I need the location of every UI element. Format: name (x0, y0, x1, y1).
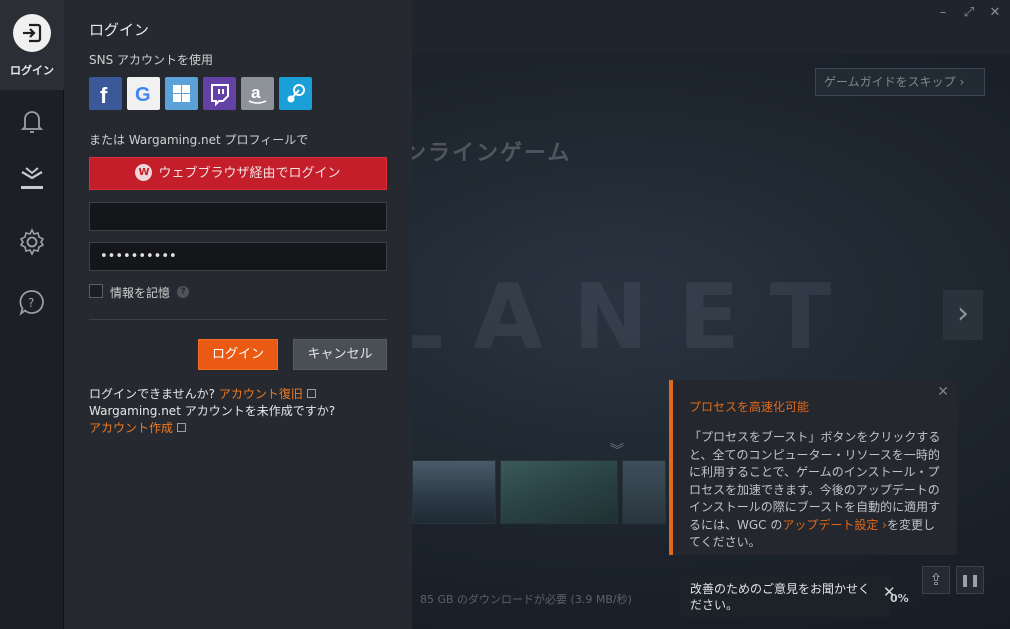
thumbnail[interactable] (412, 460, 496, 524)
close-icon[interactable]: ✕ (883, 583, 896, 601)
email-field[interactable] (89, 202, 387, 231)
twitch-button[interactable] (203, 77, 236, 110)
remember-checkbox[interactable] (89, 284, 103, 298)
close-icon[interactable]: ✕ (937, 384, 949, 400)
maximize-icon[interactable]: ⤢ (962, 6, 976, 20)
window-controls: – ⤢ ✕ (936, 6, 1002, 20)
close-icon[interactable]: ✕ (988, 6, 1002, 20)
cant-login-text: ログインできませんか? (89, 387, 216, 401)
thumbnail[interactable] (500, 460, 618, 524)
sns-label: SNS アカウントを使用 (89, 53, 214, 67)
sidebar-item-label: ログイン (10, 64, 54, 77)
windows-icon (173, 85, 190, 102)
top-band (412, 0, 1010, 54)
create-account-line: アカウント作成 (89, 419, 187, 436)
svg-text:f: f (100, 83, 108, 108)
steam-button[interactable] (279, 77, 312, 110)
or-label: または Wargaming.net プロフィールで (89, 133, 309, 147)
download-icon[interactable] (16, 162, 48, 194)
login-icon (13, 14, 51, 52)
slide-next-button[interactable]: › (943, 290, 983, 340)
steam-icon (287, 84, 305, 103)
cant-login-line: ログインできませんか? アカウント復旧 (89, 385, 316, 402)
boost-button[interactable]: ⇪ (922, 566, 950, 594)
facebook-button[interactable]: f (89, 77, 122, 110)
page-title: ログイン (89, 21, 150, 39)
feedback-toast[interactable]: 改善のためのご意見をお聞かせください。 (680, 575, 890, 617)
boost-tooltip-text: 「プロセスをブースト」ボタンをクリックすると、全てのコンピューター・リソースを一… (689, 430, 941, 532)
feedback-text: 改善のためのご意見をお聞かせください。 (690, 582, 871, 612)
pause-button[interactable]: ❚❚ (956, 566, 984, 594)
twitch-icon (211, 84, 229, 107)
boost-tooltip: プロセスを高速化可能 「プロセスをブースト」ボタンをクリックすると、全てのコンピ… (669, 380, 957, 555)
svg-text:?: ? (28, 296, 34, 310)
recover-account-link[interactable]: アカウント復旧 (219, 387, 303, 401)
amazon-icon: a (248, 83, 267, 104)
browser-login-label: ウェブブラウザ経由でログイン (158, 166, 341, 181)
no-account-text: Wargaming.net アカウントを未作成ですか? (89, 404, 336, 418)
login-panel: ログイン SNS アカウントを使用 f G a または Wargaming.ne… (64, 0, 412, 629)
gear-icon[interactable] (16, 226, 48, 258)
wargaming-logo-icon: W (135, 164, 153, 181)
cancel-button[interactable]: キャンセル (293, 339, 387, 370)
facebook-icon: f (100, 83, 108, 108)
divider (89, 319, 387, 320)
boost-tooltip-body: 「プロセスをブースト」ボタンをクリックすると、全てのコンピューター・リソースを一… (689, 429, 943, 552)
minimize-icon[interactable]: – (936, 6, 950, 20)
svg-text:a: a (251, 83, 261, 102)
google-icon: G (135, 84, 151, 106)
google-button[interactable]: G (127, 77, 160, 110)
browser-login-button[interactable]: W ウェブブラウザ経由でログイン (89, 157, 387, 190)
download-status: 85 GB のダウンロードが必要 (3.9 MB/秒) (420, 593, 632, 606)
question-icon[interactable]: ? (177, 286, 189, 298)
help-chat-icon[interactable]: ? (16, 286, 48, 318)
create-account-link[interactable]: アカウント作成 (89, 421, 173, 435)
password-field[interactable] (89, 242, 387, 271)
bell-icon[interactable] (16, 105, 48, 137)
external-link-icon (177, 423, 187, 432)
boost-tooltip-title: プロセスを高速化可能 (689, 400, 810, 414)
login-button[interactable]: ログイン (198, 339, 278, 370)
skip-guide-button[interactable]: ゲームガイドをスキップ › (815, 68, 985, 96)
thumbnail[interactable] (622, 460, 666, 524)
svg-text:G: G (135, 84, 151, 106)
amazon-button[interactable]: a (241, 77, 274, 110)
update-settings-link[interactable]: アップデート設定 › (782, 518, 887, 532)
windows-button[interactable] (165, 77, 198, 110)
sidebar: ログイン ? (0, 0, 64, 629)
chevron-down-icon[interactable]: ︾ (610, 440, 624, 460)
sidebar-item-login[interactable]: ログイン (0, 0, 64, 90)
external-link-icon (306, 389, 316, 398)
remember-label: 情報を記憶 (110, 286, 171, 300)
